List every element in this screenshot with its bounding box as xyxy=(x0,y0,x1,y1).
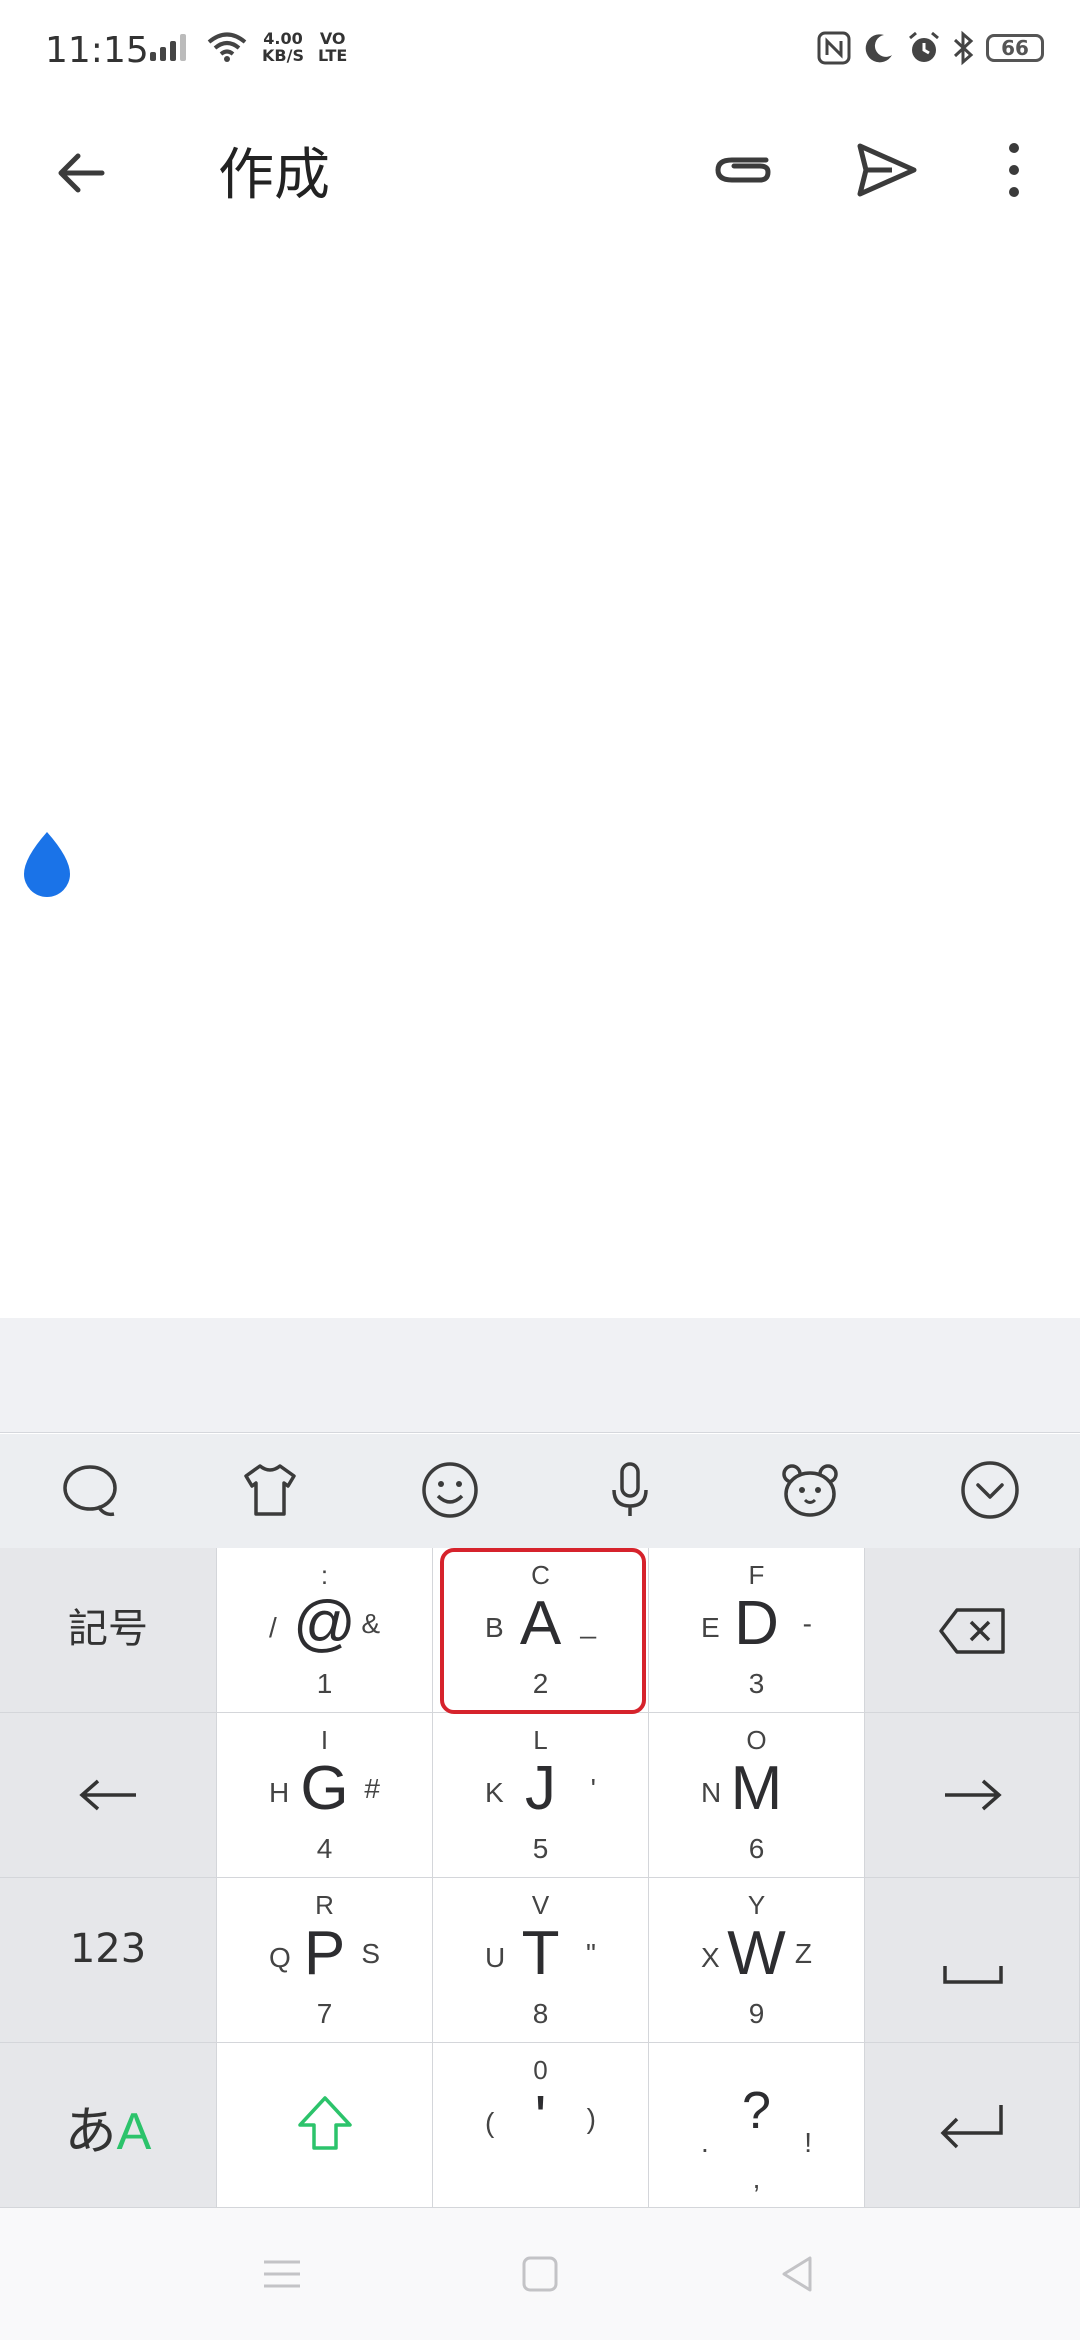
backspace-icon xyxy=(939,1608,1005,1654)
key-tuv[interactable]: V U T " 8 xyxy=(433,1878,649,2043)
shift-up-arrow-icon xyxy=(298,2096,352,2150)
backspace-key[interactable] xyxy=(865,1548,1080,1713)
chat-bubble-icon[interactable] xyxy=(58,1458,122,1522)
status-bar: 11:15 4.00 KB/S VO LTE 66 xyxy=(0,0,1080,110)
nfc-icon xyxy=(817,31,851,65)
key-pqrs[interactable]: R Q P S 7 xyxy=(217,1878,433,2043)
key-def[interactable]: F E D - 3 xyxy=(649,1548,865,1713)
suggestion-bar xyxy=(0,1318,1080,1433)
space-key[interactable] xyxy=(865,1878,1080,2043)
shift-key[interactable] xyxy=(217,2043,433,2208)
wifi-icon xyxy=(207,32,247,62)
bear-sticker-icon[interactable] xyxy=(778,1458,842,1522)
home-icon[interactable] xyxy=(518,2252,562,2296)
key-punctuation[interactable]: . ? ! , xyxy=(649,2043,865,2208)
bluetooth-icon xyxy=(953,30,974,66)
theme-shirt-icon[interactable] xyxy=(238,1458,302,1522)
key-jkl[interactable]: L K J ' 5 xyxy=(433,1713,649,1878)
cursor-left-key[interactable] xyxy=(0,1713,217,1878)
page-title: 作成 xyxy=(218,143,330,208)
app-bar: 作成 xyxy=(0,110,1080,230)
keyboard-toolbar xyxy=(0,1434,1080,1549)
key-mno[interactable]: O N M 6 xyxy=(649,1713,865,1878)
microphone-icon[interactable] xyxy=(598,1458,662,1522)
system-nav-bar xyxy=(0,2208,1080,2340)
space-icon xyxy=(943,1966,1003,1984)
left-arrow-icon xyxy=(79,1779,136,1811)
menu-icon[interactable] xyxy=(260,2252,304,2296)
signal-icon xyxy=(150,34,186,61)
keyboard-keys: 記号 123 あA : / @ & 1 C B A _ 2 F E D - 3 … xyxy=(0,1548,1080,2208)
emoji-icon[interactable] xyxy=(418,1458,482,1522)
key-wxyz[interactable]: Y X W Z 9 xyxy=(649,1878,865,2043)
paperclip-icon[interactable] xyxy=(708,140,780,200)
key-ghi[interactable]: I H G # 4 xyxy=(217,1713,433,1878)
back-triangle-icon[interactable] xyxy=(776,2252,820,2296)
enter-icon xyxy=(940,2105,1003,2149)
more-options-icon[interactable] xyxy=(996,136,1032,204)
status-time: 11:15 xyxy=(45,30,149,71)
back-arrow-icon[interactable] xyxy=(48,138,118,208)
moon-icon xyxy=(865,34,892,63)
alarm-icon xyxy=(909,31,939,62)
compose-body[interactable] xyxy=(0,230,1080,1318)
send-icon[interactable] xyxy=(852,136,920,204)
cursor-right-key[interactable] xyxy=(865,1713,1080,1878)
key-abc[interactable]: C B A _ 2 xyxy=(433,1548,649,1713)
symbols-key[interactable]: 記号 xyxy=(0,1548,217,1713)
volte-indicator: VO LTE xyxy=(317,29,348,65)
network-speed: 4.00 KB/S xyxy=(262,29,304,65)
right-arrow-icon xyxy=(945,1779,1002,1811)
numbers-key[interactable]: 123 xyxy=(0,1878,217,2043)
collapse-keyboard-icon[interactable] xyxy=(958,1458,1022,1522)
key-at[interactable]: : / @ & 1 xyxy=(217,1548,433,1713)
key-quote-parens[interactable]: 0 ( ' ) xyxy=(433,2043,649,2208)
battery-indicator: 66 xyxy=(986,34,1044,62)
language-toggle-key[interactable]: あA xyxy=(0,2043,217,2208)
text-cursor-handle[interactable] xyxy=(16,828,78,904)
enter-key[interactable] xyxy=(865,2043,1080,2208)
